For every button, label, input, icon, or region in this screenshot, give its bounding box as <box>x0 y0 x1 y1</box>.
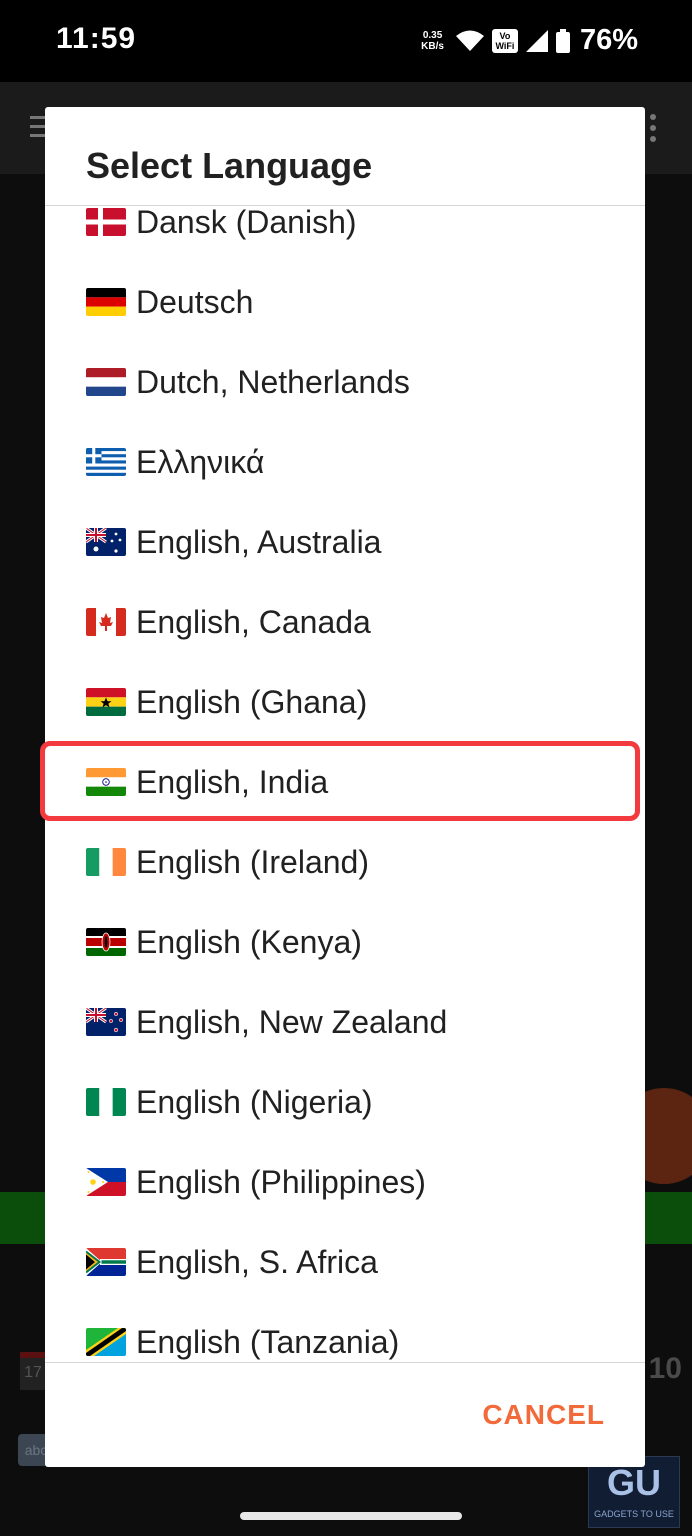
flag-new-zealand-icon <box>86 1008 126 1036</box>
flag-nigeria-icon <box>86 1088 126 1116</box>
calendar-day: 17 <box>24 1364 42 1381</box>
flag-tanzania-icon <box>86 1328 126 1356</box>
home-indicator[interactable] <box>240 1512 462 1520</box>
calendar-icon: 17 <box>20 1352 46 1390</box>
cellular-signal-icon <box>525 29 548 52</box>
flag-canada-icon <box>86 608 126 636</box>
language-item-english-ghana[interactable]: English (Ghana) <box>45 662 645 742</box>
status-icons: 0.35 KB/s Vo WiFi 76% <box>421 24 638 57</box>
language-label: English, Canada <box>136 603 371 640</box>
flag-ghana-icon <box>86 688 126 716</box>
language-item-danish[interactable]: Dansk (Danish) <box>45 206 645 262</box>
vowifi-icon: Vo WiFi <box>491 28 518 53</box>
flag-australia-icon <box>86 528 126 556</box>
language-label: English, New Zealand <box>136 1003 448 1040</box>
flag-philippines-icon <box>86 1168 126 1196</box>
status-bar: 11:59 0.35 KB/s Vo WiFi 76% <box>0 0 692 82</box>
language-item-english-kenya[interactable]: English (Kenya) <box>45 902 645 982</box>
flag-ireland-icon <box>86 848 126 876</box>
language-item-english-canada[interactable]: English, Canada <box>45 582 645 662</box>
background-number: 10 <box>648 1352 682 1385</box>
language-label: Dutch, Netherlands <box>136 363 410 400</box>
language-label: English (Nigeria) <box>136 1083 373 1120</box>
language-label: Deutsch <box>136 283 254 320</box>
language-label: English (Kenya) <box>136 923 362 960</box>
dialog-title: Select Language <box>86 145 373 186</box>
language-item-english-australia[interactable]: English, Australia <box>45 502 645 582</box>
highlight-annotation <box>40 741 640 821</box>
network-speed-value: 0.35 <box>422 29 443 41</box>
flag-south-africa-icon <box>86 1248 126 1276</box>
language-label: English (Ireland) <box>136 843 369 880</box>
flag-greece-icon <box>86 448 126 476</box>
network-speed-unit: KB/s <box>421 40 444 52</box>
wifi-icon <box>455 30 484 51</box>
language-label: English (Ghana) <box>136 683 368 720</box>
language-item-english-tanzania[interactable]: English (Tanzania) <box>45 1302 645 1362</box>
vowifi-bottom: WiFi <box>495 40 515 51</box>
language-item-dutch[interactable]: Dutch, Netherlands <box>45 342 645 422</box>
language-item-greek[interactable]: Ελληνικά <box>45 422 645 502</box>
battery-icon <box>555 28 570 53</box>
language-item-english-ireland[interactable]: English (Ireland) <box>45 822 645 902</box>
flag-kenya-icon <box>86 928 126 956</box>
language-label: English (Philippines) <box>136 1163 426 1200</box>
flag-netherlands-icon <box>86 368 126 396</box>
language-item-english-new-zealand[interactable]: English, New Zealand <box>45 982 645 1062</box>
battery-percentage: 76% <box>579 24 638 56</box>
dialog-divider-bottom <box>45 1362 645 1363</box>
language-item-deutsch[interactable]: Deutsch <box>45 262 645 342</box>
vowifi-top: Vo <box>499 30 511 41</box>
language-label: English (Tanzania) <box>136 1323 400 1360</box>
language-label: Ελληνικά <box>136 443 265 480</box>
language-item-english-nigeria[interactable]: English (Nigeria) <box>45 1062 645 1142</box>
network-speed: 0.35 KB/s <box>421 30 444 52</box>
language-label: English, Australia <box>136 523 382 560</box>
status-time: 11:59 <box>56 22 137 55</box>
cancel-button[interactable]: CANCEL <box>482 1399 605 1431</box>
language-label: English, S. Africa <box>136 1243 378 1280</box>
language-label: Dansk (Danish) <box>136 206 357 240</box>
flag-denmark-icon <box>86 208 126 236</box>
flag-germany-icon <box>86 288 126 316</box>
more-options-icon <box>650 114 658 147</box>
language-item-english-philippines[interactable]: English (Philippines) <box>45 1142 645 1222</box>
language-item-english-south-africa[interactable]: English, S. Africa <box>45 1222 645 1302</box>
